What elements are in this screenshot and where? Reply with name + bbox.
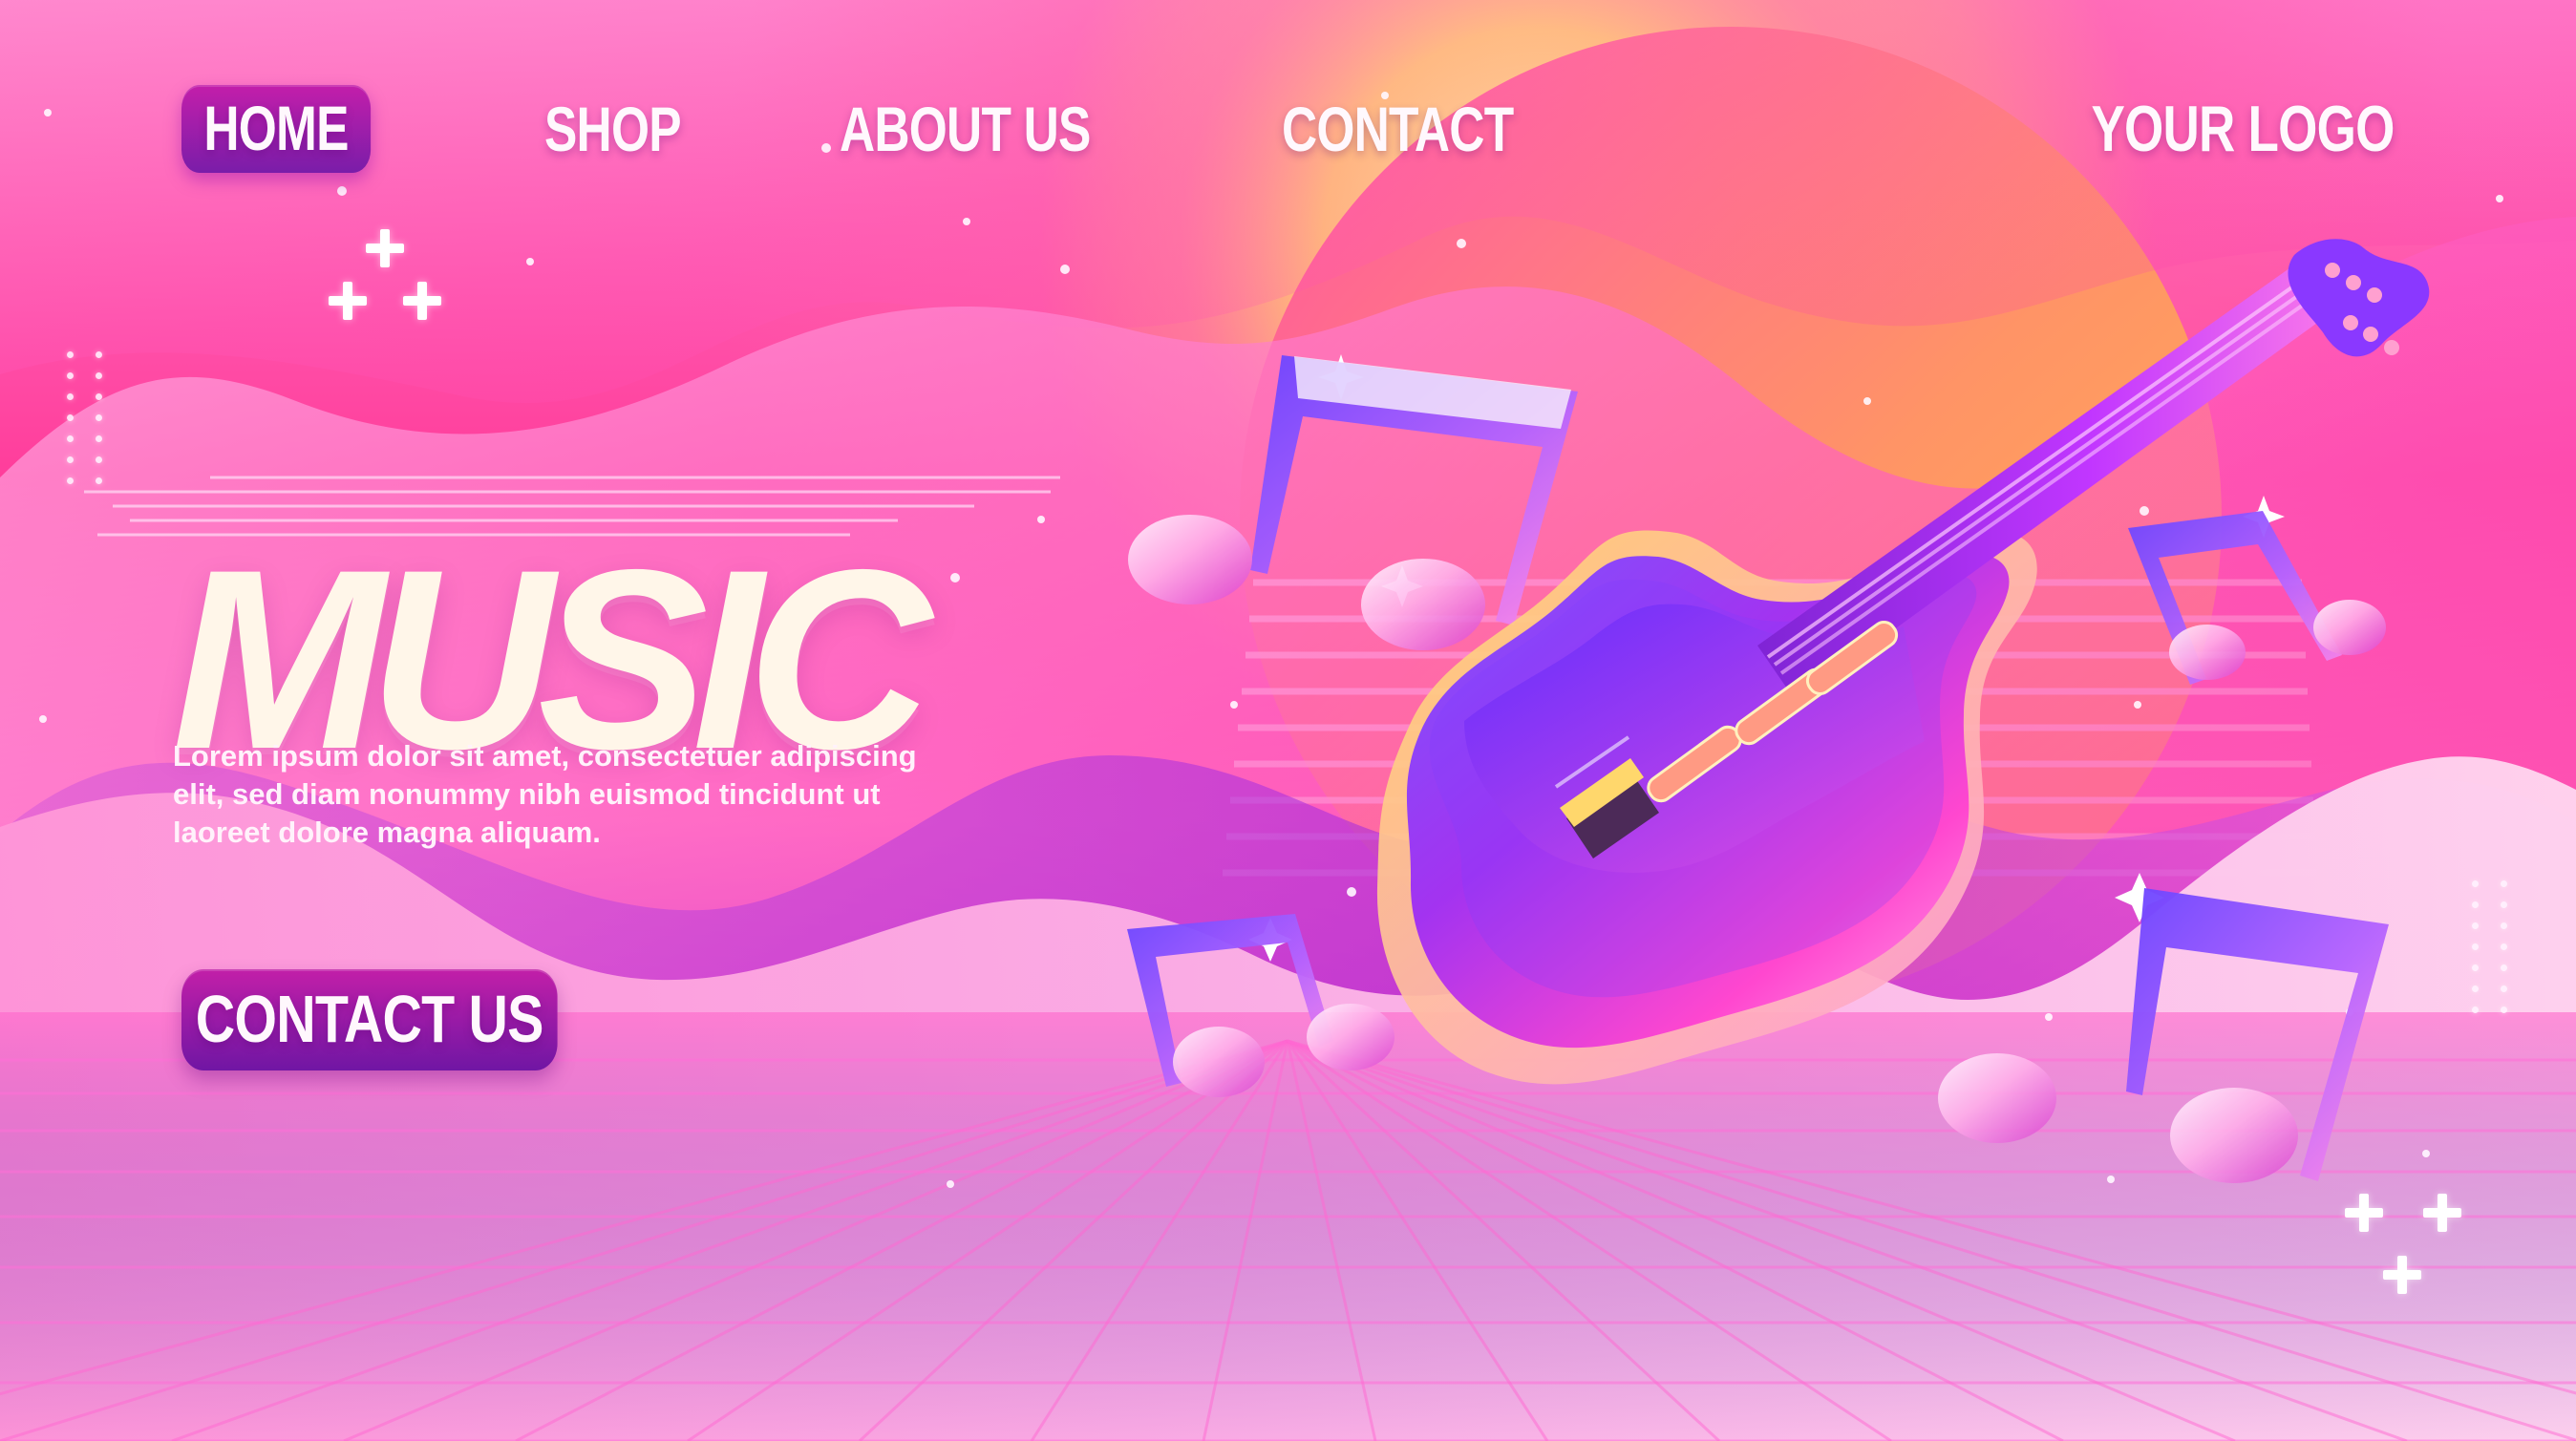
brand-logo: YOUR LOGO: [2091, 93, 2395, 165]
plus-icon: [366, 229, 404, 267]
hero-description-line: elit, sed diam nonummy nibh euismod tinc…: [173, 777, 881, 811]
plus-icon: [2423, 1194, 2461, 1232]
plus-cluster-icon: [323, 229, 441, 334]
plus-icon: [403, 282, 441, 320]
hero-title: MUSIC: [172, 515, 932, 802]
top-navigation: HOME SHOP ABOUT US CONTACT YOUR LOGO: [181, 85, 2395, 173]
landing-page: HOME SHOP ABOUT US CONTACT YOUR LOGO MUS…: [0, 0, 2576, 1441]
nav-home-link[interactable]: HOME: [181, 85, 372, 173]
nav-links: HOME SHOP ABOUT US CONTACT: [181, 85, 1578, 173]
contact-us-button[interactable]: CONTACT US: [181, 969, 558, 1070]
plus-icon: [2383, 1256, 2421, 1294]
hero-description: Lorem ipsum dolor sit amet, consectetuer…: [173, 737, 975, 852]
plus-icon: [329, 282, 367, 320]
plus-icon: [2345, 1194, 2383, 1232]
hero-description-line: Lorem ipsum dolor sit amet, consectetuer…: [173, 739, 917, 773]
hero-description-line: laoreet dolore magna aliquam.: [173, 816, 601, 849]
plus-cluster-icon: [2345, 1194, 2461, 1299]
nav-contact-link[interactable]: CONTACT: [1282, 97, 1514, 160]
nav-about-us-link[interactable]: ABOUT US: [840, 97, 1091, 160]
dot-pattern: [2472, 880, 2510, 1013]
dot-pattern: [67, 351, 105, 484]
nav-shop-link[interactable]: SHOP: [544, 97, 682, 160]
